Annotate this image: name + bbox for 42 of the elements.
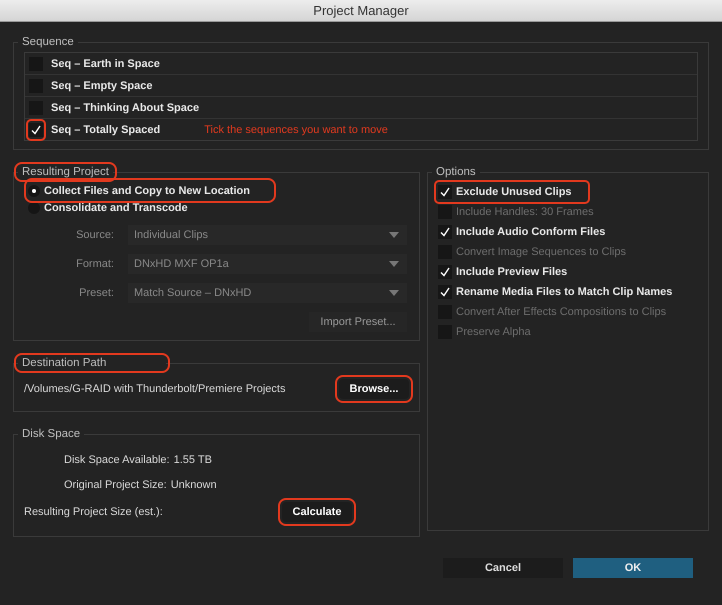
field-label: Source: xyxy=(75,229,115,241)
section-label: Disk Space xyxy=(21,428,82,440)
caret-icon xyxy=(389,261,399,267)
dialog-button[interactable]: OK xyxy=(573,558,693,578)
field-label: Preset: xyxy=(78,287,115,299)
annotation-text: Tick the sequences you want to move xyxy=(204,124,388,136)
option-label: Convert After Effects Compositions to Clips xyxy=(456,306,666,318)
checkbox[interactable] xyxy=(438,285,452,299)
dropdown[interactable]: DNxHD MXF OP1a xyxy=(128,254,407,274)
section-label: Options xyxy=(435,166,477,178)
caret-icon xyxy=(389,290,399,296)
checkbox[interactable] xyxy=(438,185,452,199)
option-label: Preserve Alpha xyxy=(456,326,531,338)
info-value: 1.55 TB xyxy=(174,454,212,466)
info-label: Disk Space Available: xyxy=(64,454,170,466)
checkbox[interactable] xyxy=(438,265,452,279)
option-label: Rename Media Files to Match Clip Names xyxy=(456,286,672,298)
window-title: Project Manager xyxy=(0,0,722,22)
option-label: Convert Image Sequences to Clips xyxy=(456,246,626,258)
sequence-name: Seq – Totally Spaced xyxy=(51,124,160,136)
info-label: Original Project Size: xyxy=(64,479,167,491)
destination-path: /Volumes/G-RAID with Thunderbolt/Premiere Projects xyxy=(24,383,286,395)
field-label: Format: xyxy=(75,258,115,270)
info-label: Resulting Project Size (est.): xyxy=(24,506,164,518)
checkbox[interactable] xyxy=(438,225,452,239)
option-label: Include Audio Conform Files xyxy=(456,226,606,238)
sequence-name: Seq – Thinking About Space xyxy=(51,102,200,114)
info-value: Unknown xyxy=(170,479,217,491)
dropdown[interactable]: Match Source – DNxHD xyxy=(128,283,407,303)
sequence-name: Seq – Empty Space xyxy=(51,80,152,92)
dropdown[interactable]: Individual Clips xyxy=(128,225,407,245)
section-label: Sequence xyxy=(21,36,75,48)
caret-icon xyxy=(389,232,399,238)
sequence-name: Seq – Earth in Space xyxy=(51,58,160,70)
radio-option[interactable]: Consolidate and Transcode xyxy=(28,199,409,216)
option-label: Include Preview Files xyxy=(456,266,568,278)
option-label: Include Handles: 30 Frames xyxy=(456,206,594,218)
option-label: Exclude Unused Clips xyxy=(456,186,572,198)
dialog-button[interactable]: Cancel xyxy=(443,558,563,578)
checkbox[interactable] xyxy=(29,122,43,136)
browse-button[interactable]: Browse... xyxy=(339,379,409,399)
calculate-button[interactable]: Calculate xyxy=(282,502,352,522)
